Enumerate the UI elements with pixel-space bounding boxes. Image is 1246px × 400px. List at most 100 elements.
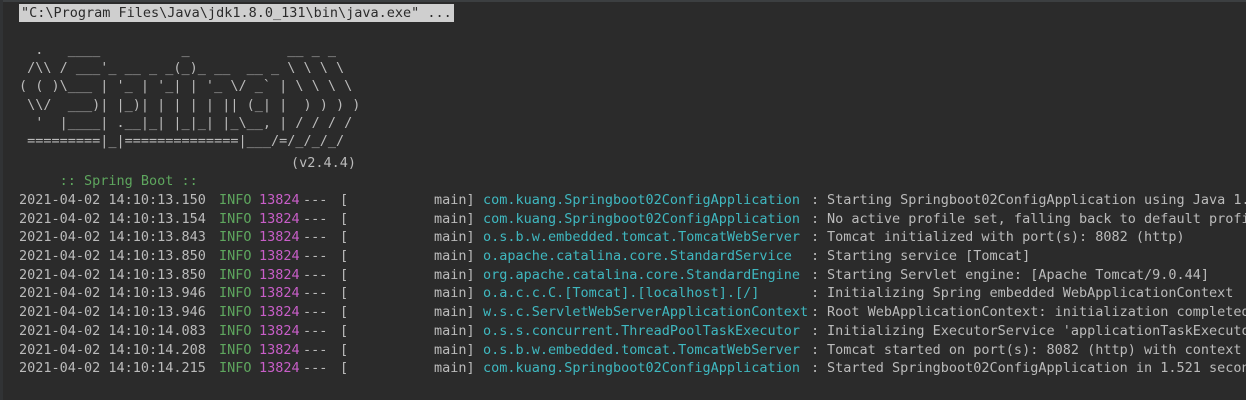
log-separator: --- <box>303 304 328 321</box>
log-colon: : <box>811 285 820 302</box>
log-logger-link[interactable]: org.apache.catalina.core.StandardEngine <box>483 266 800 285</box>
log-colon: : <box>811 322 820 339</box>
log-thread-open: [ <box>340 285 349 302</box>
spring-ascii-banner: . ____ _ __ _ _ /\\ / ___'_ __ _ _(_)_ _… <box>19 42 361 150</box>
console-top-border <box>0 0 1246 2</box>
log-timestamp[interactable]: 2021-04-02 14:10:13.843 <box>19 228 206 247</box>
log-logger-link[interactable]: w.s.c.ServletWebServerApplicationContext <box>483 303 808 322</box>
log-line[interactable]: 2021-04-02 14:10:13.154 INFO 13824 --- [ main… <box>19 210 1246 229</box>
log-message: Starting service [Tomcat] <box>827 248 1031 265</box>
log-thread: main] <box>434 229 475 246</box>
log-message: Starting Servlet engine: [Apache Tomcat/… <box>827 266 1210 283</box>
log-separator: --- <box>303 360 328 377</box>
log-message: Tomcat started on port(s): 8082 (http) w… <box>827 341 1246 358</box>
log-pid: 13824 <box>259 248 300 265</box>
log-thread-open: [ <box>340 229 349 246</box>
log-logger-link[interactable]: o.s.b.w.embedded.tomcat.TomcatWebServer <box>483 341 800 360</box>
log-timestamp[interactable]: 2021-04-02 14:10:13.154 <box>19 210 206 229</box>
log-level: INFO <box>219 210 252 227</box>
log-logger-link[interactable]: o.s.b.w.embedded.tomcat.TomcatWebServer <box>483 228 800 247</box>
log-logger-link[interactable]: com.kuang.Springboot02ConfigApplication <box>483 191 800 210</box>
spring-boot-label: :: Spring Boot :: <box>51 173 198 189</box>
log-line[interactable]: 2021-04-02 14:10:13.843 INFO 13824 --- [ main… <box>19 228 1246 247</box>
log-colon: : <box>811 229 820 246</box>
log-timestamp[interactable]: 2021-04-02 14:10:13.150 <box>19 191 206 210</box>
log-level: INFO <box>219 266 252 283</box>
log-timestamp[interactable]: 2021-04-02 14:10:14.215 <box>19 359 206 378</box>
log-thread: main] <box>434 360 475 377</box>
log-colon: : <box>811 341 820 358</box>
log-thread: main] <box>434 248 475 265</box>
log-line[interactable]: 2021-04-02 14:10:14.083 INFO 13824 --- [ main… <box>19 322 1246 341</box>
log-logger-link[interactable]: com.kuang.Springboot02ConfigApplication <box>483 359 800 378</box>
log-pid: 13824 <box>259 341 300 358</box>
log-pid: 13824 <box>259 360 300 377</box>
log-pid: 13824 <box>259 285 300 302</box>
log-message: Starting Springboot02ConfigApplication u… <box>827 192 1246 208</box>
log-separator: --- <box>303 322 328 339</box>
log-level: INFO <box>219 248 252 265</box>
log-logger-link[interactable]: o.apache.catalina.core.StandardService <box>483 247 792 266</box>
log-thread-open: [ <box>340 360 349 377</box>
log-thread: main] <box>434 285 475 302</box>
log-pid: 13824 <box>259 322 300 339</box>
console-gutter <box>0 0 3 400</box>
log-line[interactable]: 2021-04-02 14:10:13.850 INFO 13824 --- [ main… <box>19 247 1246 266</box>
log-colon: : <box>811 266 820 283</box>
log-line[interactable]: 2021-04-02 14:10:13.150 INFO 13824 --- [main… <box>19 191 1246 210</box>
log-separator: --- <box>303 285 328 302</box>
log-colon: : <box>811 192 820 208</box>
log-thread-open: [ <box>340 304 349 321</box>
log-colon: : <box>811 248 820 265</box>
log-logger-link[interactable]: o.s.s.concurrent.ThreadPoolTaskExecutor <box>483 322 800 341</box>
log-logger-link[interactable]: com.kuang.Springboot02ConfigApplication <box>483 210 800 229</box>
log-line[interactable]: 2021-04-02 14:10:14.215 INFO 13824 --- [main… <box>19 359 1246 378</box>
log-message: Tomcat initialized with port(s): 8082 (h… <box>827 229 1185 246</box>
log-pid: 13824 <box>259 210 300 227</box>
log-thread: main] <box>434 304 475 321</box>
log-pid: 13824 <box>259 229 300 246</box>
log-colon: : <box>811 360 820 377</box>
log-level: INFO <box>219 341 252 358</box>
log-timestamp[interactable]: 2021-04-02 14:10:13.850 <box>19 266 206 285</box>
log-level: INFO <box>219 285 252 302</box>
log-thread: main] <box>434 341 475 358</box>
log-thread-open: [ <box>340 266 349 283</box>
log-separator: --- <box>303 229 328 246</box>
log-separator: --- <box>303 210 328 227</box>
log-thread-open: [ <box>340 210 349 227</box>
log-thread: main] <box>434 192 475 208</box>
log-timestamp[interactable]: 2021-04-02 14:10:14.083 <box>19 322 206 341</box>
log-message: Started Springboot02ConfigApplication in… <box>827 360 1246 377</box>
log-thread: main] <box>434 266 475 283</box>
log-level: INFO <box>219 304 252 321</box>
log-separator: --- <box>303 248 328 265</box>
log-thread-open: [ <box>340 341 349 358</box>
run-console[interactable]: "C:\Program Files\Java\jdk1.8.0_131\bin\… <box>0 0 1246 400</box>
log-thread-open: [ <box>340 192 349 208</box>
log-timestamp[interactable]: 2021-04-02 14:10:13.850 <box>19 247 206 266</box>
log-level: INFO <box>219 322 252 339</box>
log-line[interactable]: 2021-04-02 14:10:13.850 INFO 13824 --- [main… <box>19 266 1246 285</box>
log-level: INFO <box>219 229 252 246</box>
log-colon: : <box>811 210 820 227</box>
spring-boot-version-line: :: Spring Boot :: (v2.4.4) <box>19 154 356 189</box>
log-separator: --- <box>303 341 328 358</box>
log-message: Initializing Spring embedded WebApplicat… <box>827 285 1234 302</box>
log-level: INFO <box>219 192 252 208</box>
log-timestamp[interactable]: 2021-04-02 14:10:13.946 <box>19 303 206 322</box>
log-timestamp[interactable]: 2021-04-02 14:10:13.946 <box>19 284 206 303</box>
log-pid: 13824 <box>259 192 300 208</box>
log-line[interactable]: 2021-04-02 14:10:13.946 INFO 13824 --- [main… <box>19 303 1246 322</box>
log-timestamp[interactable]: 2021-04-02 14:10:14.208 <box>19 341 206 360</box>
log-thread: main] <box>434 210 475 227</box>
log-separator: --- <box>303 266 328 283</box>
log-logger-link[interactable]: o.a.c.c.C.[Tomcat].[localhost].[/] <box>483 284 759 303</box>
spring-boot-version: (v2.4.4) <box>291 155 357 171</box>
log-thread: main] <box>434 322 475 339</box>
log-thread-open: [ <box>340 248 349 265</box>
java-command-line[interactable]: "C:\Program Files\Java\jdk1.8.0_131\bin\… <box>19 4 454 22</box>
log-thread-open: [ <box>340 322 349 339</box>
log-line[interactable]: 2021-04-02 14:10:14.208 INFO 13824 --- [ main… <box>19 341 1246 360</box>
log-line[interactable]: 2021-04-02 14:10:13.946 INFO 13824 --- [ main… <box>19 284 1246 303</box>
